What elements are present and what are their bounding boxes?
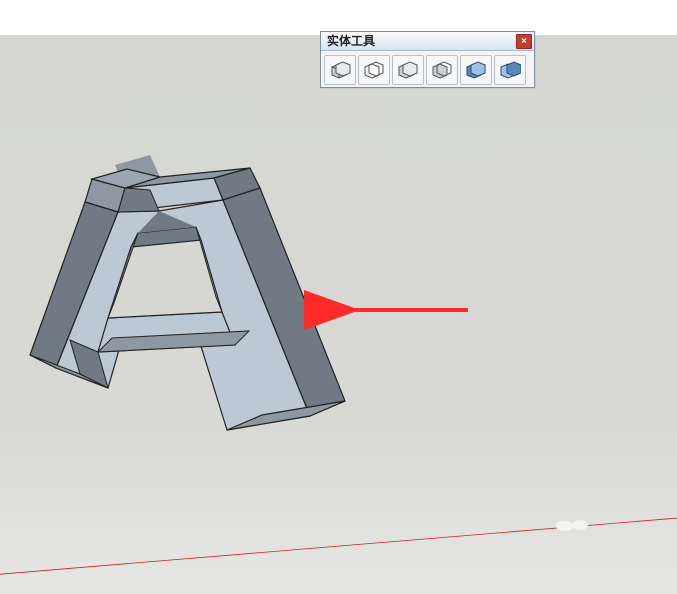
solid-tools-titlebar[interactable]: 实体工具 × [321, 32, 534, 51]
trim-icon [465, 60, 487, 80]
split-icon [499, 60, 521, 80]
union-tool[interactable] [392, 55, 424, 85]
split-tool[interactable] [494, 55, 526, 85]
modeling-viewport[interactable] [0, 35, 677, 594]
scene-decoration [572, 520, 588, 530]
intersect-icon [363, 60, 385, 80]
viewport-canvas [0, 35, 677, 594]
close-button[interactable]: × [516, 34, 532, 49]
solid-tools-row [321, 51, 534, 89]
solid-tools-title: 实体工具 [327, 34, 375, 48]
outer-shell-icon [329, 60, 351, 80]
solid-tools-toolbar[interactable]: 实体工具 × [320, 31, 535, 88]
model-a-frame[interactable] [30, 155, 345, 430]
subtract-icon [431, 60, 453, 80]
subtract-tool[interactable] [426, 55, 458, 85]
union-icon [397, 60, 419, 80]
intersect-tool[interactable] [358, 55, 390, 85]
outer-shell-tool[interactable] [324, 55, 356, 85]
app-window: { "toolbar": { "title": "实体工具", "close_l… [0, 0, 677, 594]
trim-tool[interactable] [460, 55, 492, 85]
scene-decoration [556, 521, 574, 531]
close-icon: × [521, 36, 527, 47]
